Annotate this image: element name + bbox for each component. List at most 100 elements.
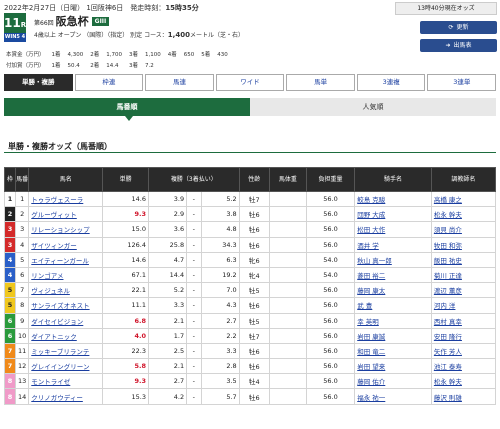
win-odds: 9.3 <box>102 373 149 390</box>
prize-cell: 1着 <box>51 52 61 58</box>
tab-6[interactable]: 3連単 <box>427 74 497 91</box>
sex-age: 牡7 <box>238 327 270 344</box>
jockey-link[interactable]: 和田 竜二 <box>354 342 432 360</box>
body-weight <box>268 206 307 223</box>
place-odds-sep: - <box>186 297 202 314</box>
jockey-link[interactable]: 秋山 真一郎 <box>354 251 432 268</box>
place-odds-max: 3.3 <box>200 342 240 360</box>
place-odds-min: 2.5 <box>147 342 188 360</box>
tab-1[interactable]: 枠連 <box>74 74 144 91</box>
sort-tab-0[interactable]: 馬番順 <box>4 98 250 116</box>
win-odds: 14.6 <box>102 251 149 268</box>
section-divider <box>4 152 496 153</box>
tab-2[interactable]: 馬連 <box>145 74 214 91</box>
horse-name-link[interactable]: サンライズオネスト <box>28 297 104 314</box>
horse-name-link[interactable]: リンゴアメ <box>28 266 104 284</box>
horse-name-link[interactable]: ダイアトニック <box>28 327 104 344</box>
win-odds: 5.8 <box>102 358 149 375</box>
jockey-link[interactable]: 松田 大作 <box>354 221 432 238</box>
body-weight <box>268 388 307 405</box>
trainer-link[interactable]: 藤沢 則雄 <box>430 388 497 405</box>
jockey-link[interactable]: 岩田 望来 <box>354 358 432 375</box>
trainer-link[interactable]: 松永 幹夫 <box>430 206 497 223</box>
place-odds-max: 4.8 <box>200 221 240 238</box>
tab-3[interactable]: ワイド <box>215 74 285 91</box>
horse-number: 3 <box>14 221 30 238</box>
prize-cell <box>184 62 200 71</box>
prize-cell <box>168 62 182 71</box>
body-weight <box>268 282 307 299</box>
jockey-link[interactable]: 団野 大成 <box>354 206 432 223</box>
jockey-link[interactable]: 藤岡 佑介 <box>354 373 432 390</box>
horse-name-link[interactable]: ダイセイビジョン <box>28 312 104 329</box>
jockey-link[interactable]: 武 豊 <box>354 297 432 314</box>
place-odds-max: 5.7 <box>200 388 240 405</box>
horse-name-link[interactable]: グルーヴィット <box>28 206 104 223</box>
trainer-link[interactable]: 松永 幹夫 <box>430 373 497 390</box>
jockey-link[interactable]: 藤岡 康太 <box>354 282 432 299</box>
tab-4[interactable]: 馬単 <box>286 74 355 91</box>
horse-name-link[interactable]: クリノガウディー <box>28 388 104 405</box>
prize-cell: 650 <box>183 52 195 58</box>
horse-name-link[interactable]: ザイツィンガー <box>28 236 104 253</box>
horse-name-link[interactable]: トゥラヴェスーラ <box>28 190 104 208</box>
prize-cell: 2着 <box>90 63 100 69</box>
horse-number: 8 <box>14 297 30 314</box>
horse-name-link[interactable]: リレーションシップ <box>28 221 104 238</box>
trainer-link[interactable]: 西村 真幸 <box>430 312 497 329</box>
win-odds: 126.4 <box>102 236 149 253</box>
trainer-link[interactable]: 菊川 正達 <box>430 266 497 284</box>
win5-badge: WIN5 4 <box>4 33 26 42</box>
place-odds-min: 25.8 <box>147 236 188 253</box>
jockey-link[interactable]: 岩田 康誠 <box>354 327 432 344</box>
horse-name-link[interactable]: エイティーンガール <box>28 251 104 268</box>
jockey-link[interactable]: 鮫島 克駿 <box>354 190 432 208</box>
table-row: 3 3 リレーションシップ 15.0 3.6-4.8 牡6 56.0 松田 大作 須貝 尚介 <box>4 221 497 238</box>
carried-weight: 56.0 <box>305 388 356 405</box>
horse-number: 7 <box>14 282 30 299</box>
win-odds: 4.0 <box>102 327 149 344</box>
tab-0[interactable]: 単勝・複勝 <box>4 74 73 91</box>
carried-weight: 56.0 <box>305 297 356 314</box>
horse-number: 1 <box>14 190 30 208</box>
place-odds-sep: - <box>186 221 202 238</box>
horse-name-link[interactable]: ヴィジュネル <box>28 282 104 299</box>
frame-number: 6 <box>4 327 16 344</box>
runners-button[interactable]: ➜ 出馬表 <box>420 39 497 52</box>
update-button[interactable]: ⟳ 更新 <box>420 21 497 34</box>
trainer-link[interactable]: 高橋 康之 <box>430 190 497 208</box>
horse-name-link[interactable]: モントライゼ <box>28 373 104 390</box>
trainer-link[interactable]: 河内 洋 <box>430 297 497 314</box>
trainer-link[interactable]: 牧田 和弥 <box>430 236 497 253</box>
sex-age: 牡6 <box>238 236 270 253</box>
sort-tab-1[interactable]: 人気順 <box>250 98 496 116</box>
table-row: 6 10 ダイアトニック 4.0 1.7-2.2 牡7 56.0 岩田 康誠 安田 隆行 <box>4 327 497 344</box>
table-row: 8 14 クリノガウディー 15.3 4.2-5.7 牡6 56.0 福永 祐一 藤沢 則雄 <box>4 388 497 405</box>
horse-name-link[interactable]: ミッキーブリランテ <box>28 342 104 360</box>
frame-number: 4 <box>4 266 16 284</box>
trainer-link[interactable]: 須貝 尚介 <box>430 221 497 238</box>
trainer-link[interactable]: 池江 泰寿 <box>430 358 497 375</box>
sex-age: 牡7 <box>238 190 270 208</box>
prize-cell: 1着 <box>51 63 61 69</box>
carried-weight: 56.0 <box>305 312 356 329</box>
sex-age: 牡6 <box>238 358 270 375</box>
prize-cell: 本賞金（万円） <box>6 52 45 58</box>
jockey-link[interactable]: 酒井 学 <box>354 236 432 253</box>
sex-age: 牡6 <box>238 221 270 238</box>
jockey-link[interactable]: 菱田 裕二 <box>354 266 432 284</box>
trainer-link[interactable]: 渡辺 薫彦 <box>430 282 497 299</box>
tab-5[interactable]: 3連複 <box>356 74 426 91</box>
jockey-link[interactable]: 福永 祐一 <box>354 388 432 405</box>
horse-name-link[interactable]: グレイイングリーン <box>28 358 104 375</box>
column-header: 馬番 <box>14 167 30 192</box>
column-header: 調教師名 <box>430 167 497 192</box>
carried-weight: 54.0 <box>305 251 356 268</box>
jockey-link[interactable]: 幸 英明 <box>354 312 432 329</box>
trainer-link[interactable]: 安田 隆行 <box>430 327 497 344</box>
column-header: 単勝 <box>102 167 149 192</box>
trainer-link[interactable]: 矢作 芳人 <box>430 342 497 360</box>
place-odds-sep: - <box>186 342 202 360</box>
trainer-link[interactable]: 飯田 祐史 <box>430 251 497 268</box>
table-row: 7 12 グレイイングリーン 5.8 2.1-2.8 牡6 56.0 岩田 望来 池江 泰寿 <box>4 358 497 375</box>
